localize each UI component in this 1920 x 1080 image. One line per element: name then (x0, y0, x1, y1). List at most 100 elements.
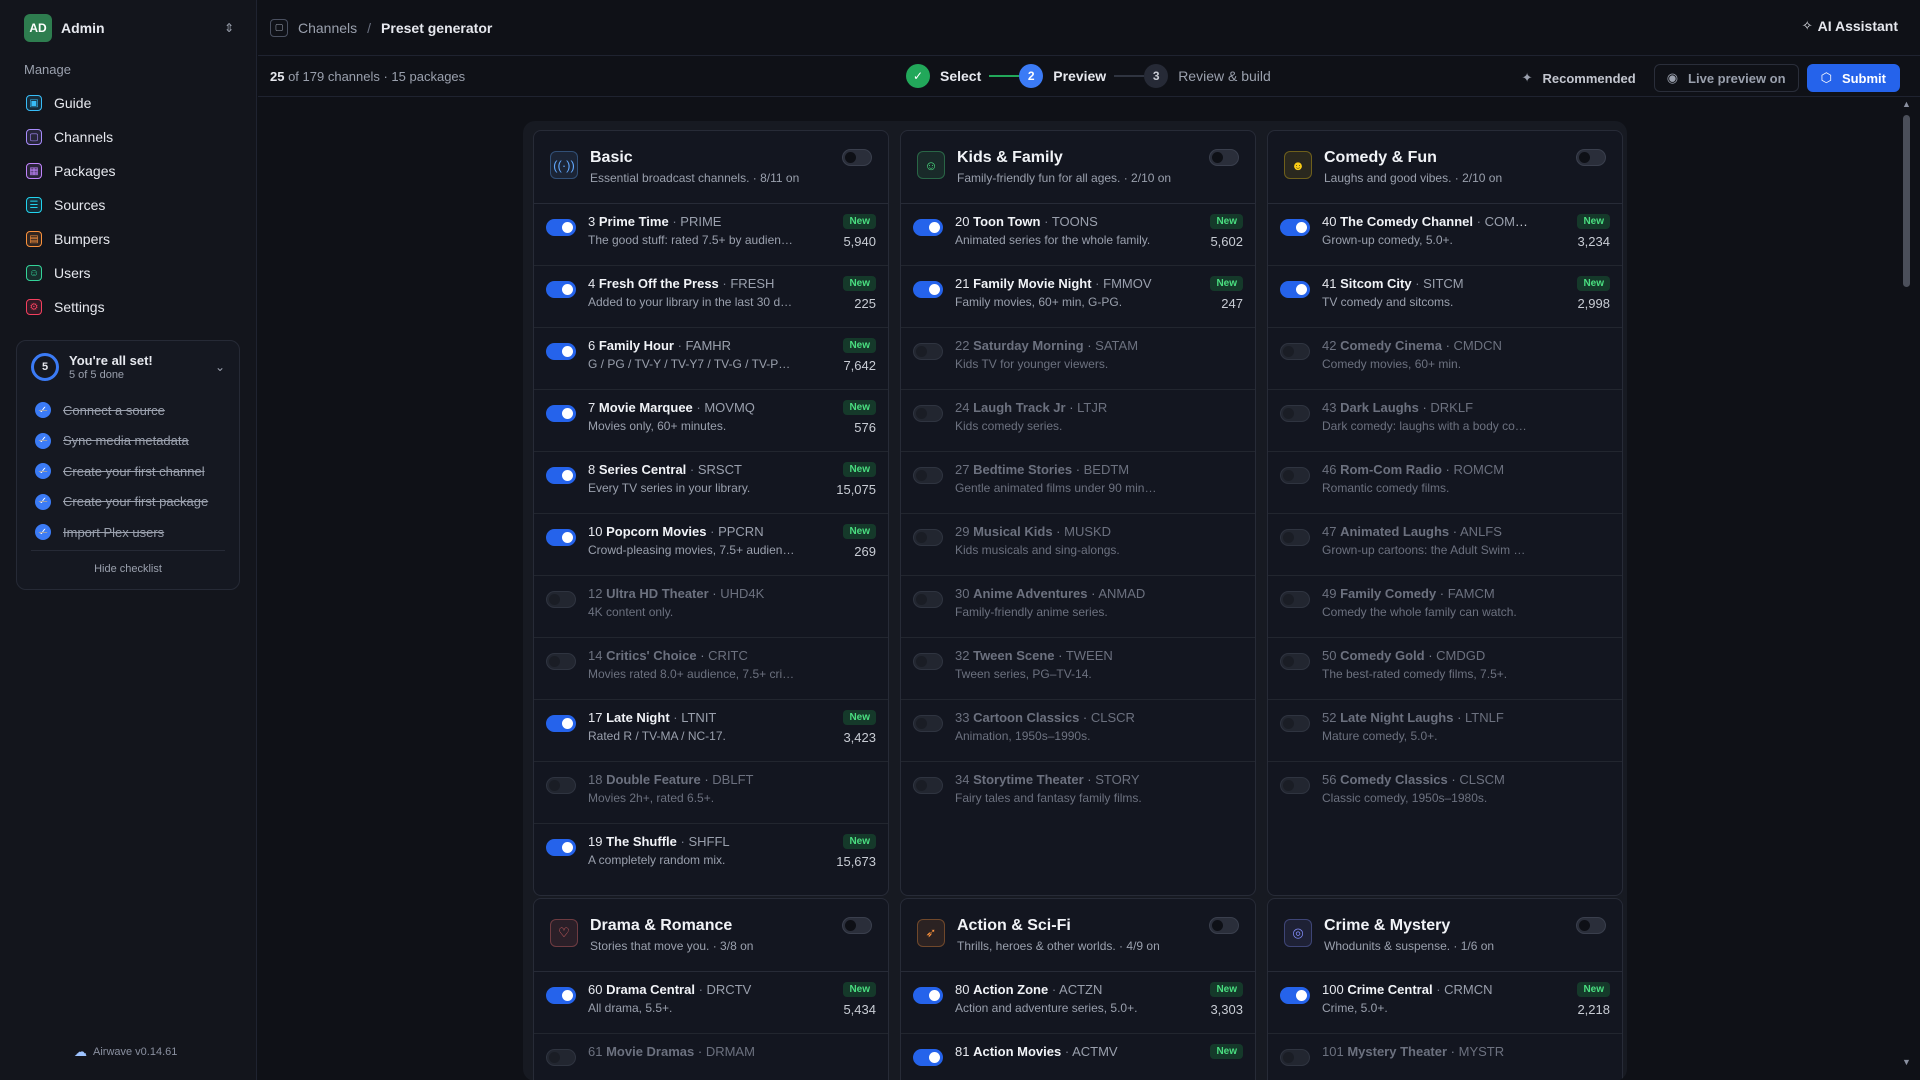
channel-row[interactable]: 33 Cartoon Classics · CLSCR Animation, 19… (901, 700, 1255, 762)
channel-row[interactable]: 30 Anime Adventures · ANMAD Family-friend… (901, 576, 1255, 638)
channel-toggle[interactable] (546, 467, 576, 484)
scroll-down-icon[interactable]: ▼ (1902, 1057, 1911, 1067)
channel-row[interactable]: 80 Action Zone · ACTZN Action and adventu… (901, 972, 1255, 1034)
channel-row[interactable]: 18 Double Feature · DBLFT Movies 2h+, rat… (534, 762, 888, 824)
channel-toggle[interactable] (546, 591, 576, 608)
channel-toggle[interactable] (546, 839, 576, 856)
submit-button[interactable]: ⬡ Submit (1806, 64, 1900, 92)
channel-row[interactable]: 7 Movie Marquee · MOVMQ Movies only, 60+ … (534, 390, 888, 452)
channel-row[interactable]: 22 Saturday Morning · SATAM Kids TV for y… (901, 328, 1255, 390)
channel-row[interactable]: 21 Family Movie Night · FMMOV Family movi… (901, 266, 1255, 328)
checklist-item[interactable]: ✓ Import Plex users (35, 517, 239, 548)
channel-toggle[interactable] (1280, 777, 1310, 794)
channel-row[interactable]: 47 Animated Laughs · ANLFS Grown-up carto… (1268, 514, 1622, 576)
channel-toggle[interactable] (1280, 591, 1310, 608)
package-toggle[interactable] (842, 149, 872, 166)
sidebar-item-bumpers[interactable]: ▤ Bumpers (18, 222, 240, 256)
channel-toggle[interactable] (913, 777, 943, 794)
channel-row[interactable]: 46 Rom-Com Radio · ROMCM Romantic comedy … (1268, 452, 1622, 514)
channel-row[interactable]: 4 Fresh Off the Press · FRESH Added to yo… (534, 266, 888, 328)
channel-row[interactable]: 41 Sitcom City · SITCM TV comedy and sitc… (1268, 266, 1622, 328)
channel-row[interactable]: 52 Late Night Laughs · LTNLF Mature comed… (1268, 700, 1622, 762)
channel-row[interactable]: 40 The Comedy Channel · COMDY Grown-up co… (1268, 204, 1622, 266)
channel-row[interactable]: 19 The Shuffle · SHFFL A completely rando… (534, 824, 888, 886)
channel-toggle[interactable] (1280, 653, 1310, 670)
channel-row[interactable]: 32 Tween Scene · TWEEN Tween series, PG–T… (901, 638, 1255, 700)
channel-row[interactable]: 17 Late Night · LTNIT Rated R / TV-MA / N… (534, 700, 888, 762)
team-switcher[interactable]: AD Admin ⇕ (24, 14, 234, 42)
channel-row[interactable]: 101 Mystery Theater · MYSTR (1268, 1034, 1622, 1080)
channel-row[interactable]: 14 Critics' Choice · CRITC Movies rated 8… (534, 638, 888, 700)
channel-toggle[interactable] (1280, 467, 1310, 484)
channel-toggle[interactable] (546, 281, 576, 298)
hide-checklist-button[interactable]: Hide checklist (31, 550, 225, 575)
channel-toggle[interactable] (1280, 529, 1310, 546)
channel-row[interactable]: 6 Family Hour · FAMHR G / PG / TV-Y / TV-… (534, 328, 888, 390)
step-1-label[interactable]: Select (940, 68, 981, 84)
package-toggle[interactable] (1576, 149, 1606, 166)
channel-toggle[interactable] (913, 987, 943, 1004)
sidebar-item-users[interactable]: ☺ Users (18, 256, 240, 290)
scrollbar[interactable]: ▲ ▼ (1900, 99, 1912, 1067)
channel-toggle[interactable] (1280, 343, 1310, 360)
channel-row[interactable]: 3 Prime Time · PRIME The good stuff: rate… (534, 204, 888, 266)
channel-row[interactable]: 27 Bedtime Stories · BEDTM Gentle animate… (901, 452, 1255, 514)
channel-toggle[interactable] (913, 405, 943, 422)
channel-row[interactable]: 12 Ultra HD Theater · UHD4K 4K content on… (534, 576, 888, 638)
ai-assistant-button[interactable]: ✧ AI Assistant (1802, 18, 1898, 34)
channel-row[interactable]: 61 Movie Dramas · DRMAM (534, 1034, 888, 1080)
chevron-down-icon[interactable]: ⌄ (215, 360, 225, 374)
recommended-button[interactable]: ✦ Recommended (1522, 70, 1636, 86)
channel-row[interactable]: 81 Action Movies · ACTMV New (901, 1034, 1255, 1080)
channel-toggle[interactable] (913, 343, 943, 360)
channel-row[interactable]: 20 Toon Town · TOONS Animated series for … (901, 204, 1255, 266)
step-2-label[interactable]: Preview (1053, 68, 1106, 84)
channel-row[interactable]: 42 Comedy Cinema · CMDCN Comedy movies, 6… (1268, 328, 1622, 390)
channel-toggle[interactable] (913, 715, 943, 732)
sidebar-item-settings[interactable]: ⚙ Settings (18, 290, 240, 324)
channel-toggle[interactable] (913, 219, 943, 236)
package-toggle[interactable] (1209, 149, 1239, 166)
channel-toggle[interactable] (1280, 987, 1310, 1004)
channel-toggle[interactable] (1280, 281, 1310, 298)
channel-row[interactable]: 50 Comedy Gold · CMDGD The best-rated com… (1268, 638, 1622, 700)
package-toggle[interactable] (1576, 917, 1606, 934)
channel-toggle[interactable] (546, 343, 576, 360)
sidebar-item-packages[interactable]: ▦ Packages (18, 154, 240, 188)
checklist-item[interactable]: ✓ Connect a source (35, 395, 239, 426)
channel-row[interactable]: 100 Crime Central · CRMCN Crime, 5.0+. New… (1268, 972, 1622, 1034)
channel-row[interactable]: 8 Series Central · SRSCT Every TV series … (534, 452, 888, 514)
checklist-item[interactable]: ✓ Create your first channel (35, 456, 239, 487)
channel-row[interactable]: 43 Dark Laughs · DRKLF Dark comedy: laugh… (1268, 390, 1622, 452)
sidebar-item-channels[interactable]: ▢ Channels (18, 120, 240, 154)
channel-toggle[interactable] (546, 1049, 576, 1066)
channel-row[interactable]: 49 Family Comedy · FAMCM Comedy the whole… (1268, 576, 1622, 638)
channel-toggle[interactable] (546, 529, 576, 546)
channel-toggle[interactable] (913, 281, 943, 298)
channel-toggle[interactable] (546, 219, 576, 236)
channel-row[interactable]: 34 Storytime Theater · STORY Fairy tales … (901, 762, 1255, 824)
channel-toggle[interactable] (546, 653, 576, 670)
live-preview-toggle[interactable]: ◉ Live preview on (1653, 64, 1799, 92)
channel-toggle[interactable] (546, 405, 576, 422)
scrollbar-thumb[interactable] (1903, 115, 1910, 287)
sidebar-item-sources[interactable]: ☰ Sources (18, 188, 240, 222)
breadcrumb-channels[interactable]: Channels (298, 20, 357, 36)
scroll-up-icon[interactable]: ▲ (1902, 99, 1911, 109)
channel-toggle[interactable] (913, 591, 943, 608)
package-toggle[interactable] (1209, 917, 1239, 934)
channel-toggle[interactable] (1280, 715, 1310, 732)
channel-toggle[interactable] (1280, 219, 1310, 236)
channel-toggle[interactable] (913, 467, 943, 484)
sidebar-item-guide[interactable]: ▣ Guide (18, 86, 240, 120)
checklist-item[interactable]: ✓ Create your first package (35, 487, 239, 518)
channel-toggle[interactable] (913, 653, 943, 670)
channel-toggle[interactable] (546, 777, 576, 794)
step-3-label[interactable]: Review & build (1178, 68, 1271, 84)
channel-toggle[interactable] (1280, 1049, 1310, 1066)
package-toggle[interactable] (842, 917, 872, 934)
channel-toggle[interactable] (1280, 405, 1310, 422)
channel-row[interactable]: 10 Popcorn Movies · PPCRN Crowd-pleasing … (534, 514, 888, 576)
channel-toggle[interactable] (546, 715, 576, 732)
channel-toggle[interactable] (546, 987, 576, 1004)
